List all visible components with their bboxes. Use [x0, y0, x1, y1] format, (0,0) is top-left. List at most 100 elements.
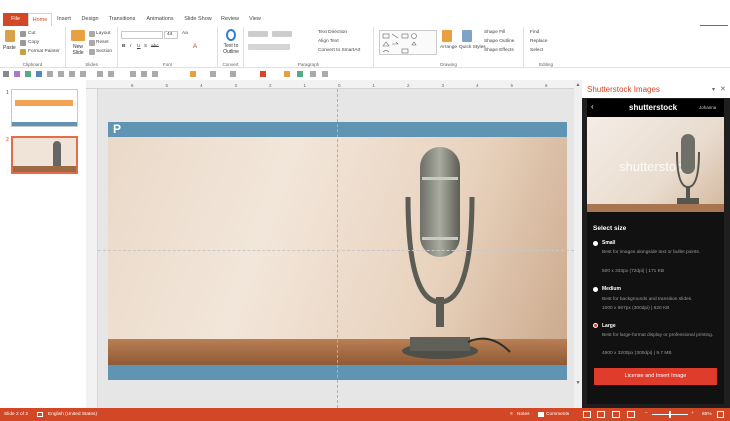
drawing-group: Arrange Quick Styles Shape Fill Shape Ou… [374, 27, 524, 68]
thumbnail-table [13, 166, 76, 172]
indent-icon[interactable] [272, 31, 292, 37]
vertical-scrollbar[interactable]: ▲ ▼ [574, 80, 582, 408]
copy-button[interactable]: Copy [28, 40, 39, 45]
horizontal-ruler[interactable]: 6 5 4 3 2 1 0 1 2 3 4 5 6 [86, 80, 574, 89]
vertical-guide[interactable] [337, 89, 338, 408]
spell-check-icon[interactable] [37, 412, 43, 417]
comments-button[interactable]: Comments [546, 412, 569, 417]
shape-effects-button[interactable]: Shape Effects [484, 48, 514, 53]
reset-button[interactable]: Reset [96, 40, 109, 45]
toolbar-icons[interactable] [0, 68, 350, 80]
shapes-gallery[interactable] [379, 30, 437, 55]
size-large-specs: 4800 x 3200px (300dpi) | 9.7 MB [602, 351, 672, 356]
tab-transitions[interactable]: Transitions [107, 13, 137, 26]
font-name-box[interactable] [121, 31, 163, 39]
editing-group: Find Replace Select Editing [524, 27, 568, 68]
status-bar: Slide 2 of 2 English (United States) ≡ N… [0, 408, 730, 421]
text-to-outline-icon[interactable] [226, 29, 236, 41]
size-large-label[interactable]: Large [602, 323, 616, 329]
convert-smartart-button[interactable]: Convert to SmartArt [318, 48, 360, 53]
size-medium-label[interactable]: Medium [602, 286, 621, 292]
scroll-up-icon[interactable]: ▲ [575, 82, 581, 88]
bold-button[interactable]: B [122, 44, 125, 49]
user-name[interactable]: Johanna [699, 105, 716, 110]
image-preview: shutterstock [587, 117, 724, 212]
language-label[interactable]: English (United States) [48, 412, 97, 417]
slide-title-placeholder[interactable]: P [113, 122, 121, 136]
paste-icon[interactable] [5, 30, 15, 42]
slideshow-icon[interactable] [627, 411, 635, 418]
ruler-tick-label: 1 [304, 83, 307, 88]
format-painter-button[interactable]: Format Painter [28, 49, 60, 54]
italic-button[interactable]: I [130, 44, 131, 49]
tab-slide-show[interactable]: Slide Show [183, 13, 213, 26]
zoom-level[interactable]: 85% [702, 412, 712, 417]
find-button[interactable]: Find [530, 30, 539, 35]
strikethrough-button[interactable]: abc [151, 44, 159, 49]
font-size-box[interactable]: 44 [164, 31, 178, 39]
zoom-slider-thumb[interactable] [669, 411, 671, 418]
font-label: Font [162, 62, 173, 67]
arrange-button[interactable]: Arrange [440, 45, 457, 50]
slide-thumbnail-2[interactable] [11, 136, 78, 174]
shape-fill-button[interactable]: Shape Fill [484, 30, 505, 35]
tab-design[interactable]: Design [79, 13, 101, 26]
pane-options-icon[interactable]: ▾ [712, 86, 715, 93]
text-direction-button[interactable]: Text Direction [318, 30, 347, 35]
bullets-icon[interactable] [248, 31, 268, 37]
layout-button[interactable]: Layout [96, 31, 110, 36]
quick-styles-icon[interactable] [462, 30, 472, 42]
select-button[interactable]: Select [530, 48, 543, 53]
size-radio-medium[interactable] [593, 287, 598, 292]
horizontal-guide[interactable] [98, 250, 574, 251]
back-icon[interactable]: ‹ [591, 102, 594, 111]
alignment-icons[interactable] [248, 44, 290, 50]
quick-styles-button[interactable]: Quick Styles [459, 45, 486, 50]
normal-view-icon[interactable] [583, 411, 591, 418]
size-radio-small[interactable] [593, 241, 598, 246]
convert-label: Convert [222, 62, 239, 67]
new-slide-button[interactable]: New Slide [68, 44, 88, 56]
tab-file[interactable]: File [3, 13, 28, 26]
fit-slide-icon[interactable] [717, 411, 724, 418]
align-text-button[interactable]: Align Text [318, 39, 339, 44]
zoom-out-icon[interactable]: − [645, 411, 648, 416]
tab-review[interactable]: Review [219, 13, 241, 26]
ruler-tick-label: 4 [200, 83, 203, 88]
paste-button[interactable]: Paste [3, 45, 16, 51]
font-case-button[interactable]: Aa [182, 31, 188, 36]
scroll-down-icon[interactable]: ▼ [575, 380, 581, 386]
clipboard-group: Paste Cut Copy Format Painter Clipboard [0, 27, 66, 68]
tab-animations[interactable]: Animations [144, 13, 176, 26]
license-insert-button[interactable]: License and Insert Image [594, 368, 717, 385]
new-slide-icon[interactable] [71, 30, 85, 41]
slide-count: Slide 2 of 2 [4, 412, 29, 417]
size-small-label[interactable]: Small [602, 240, 615, 246]
layout-icon [89, 31, 95, 37]
section-button[interactable]: Section [96, 49, 112, 54]
size-radio-large[interactable] [593, 323, 598, 328]
notes-button[interactable]: Notes [517, 412, 530, 417]
slide-thumbnail-1[interactable] [11, 89, 78, 127]
font-group: 44 Aa B I U S abc A Font [118, 27, 218, 68]
arrange-icon[interactable] [442, 30, 452, 42]
close-icon[interactable]: ✕ [720, 85, 726, 93]
vertical-ruler[interactable] [86, 89, 98, 408]
replace-button[interactable]: Replace [530, 39, 548, 44]
shadow-button[interactable]: S [144, 44, 147, 49]
ruler-tick-label: 3 [235, 83, 238, 88]
tab-view[interactable]: View [246, 13, 264, 26]
underline-button[interactable]: U [137, 44, 140, 49]
slide-sorter-icon[interactable] [597, 411, 605, 418]
cut-button[interactable]: Cut [28, 31, 35, 36]
notes-icon[interactable]: ≡ [510, 412, 513, 417]
shape-outline-button[interactable]: Shape Outline [484, 39, 514, 44]
editing-label: Editing [538, 62, 554, 67]
tab-insert[interactable]: Insert [55, 13, 73, 26]
reading-view-icon[interactable] [612, 411, 620, 418]
font-color-button[interactable]: A [193, 44, 197, 50]
comments-icon[interactable] [538, 412, 544, 417]
zoom-in-icon[interactable]: + [691, 411, 694, 416]
text-to-outline-button[interactable]: Text to Outline [219, 43, 243, 55]
tab-home[interactable]: Home [28, 13, 52, 26]
